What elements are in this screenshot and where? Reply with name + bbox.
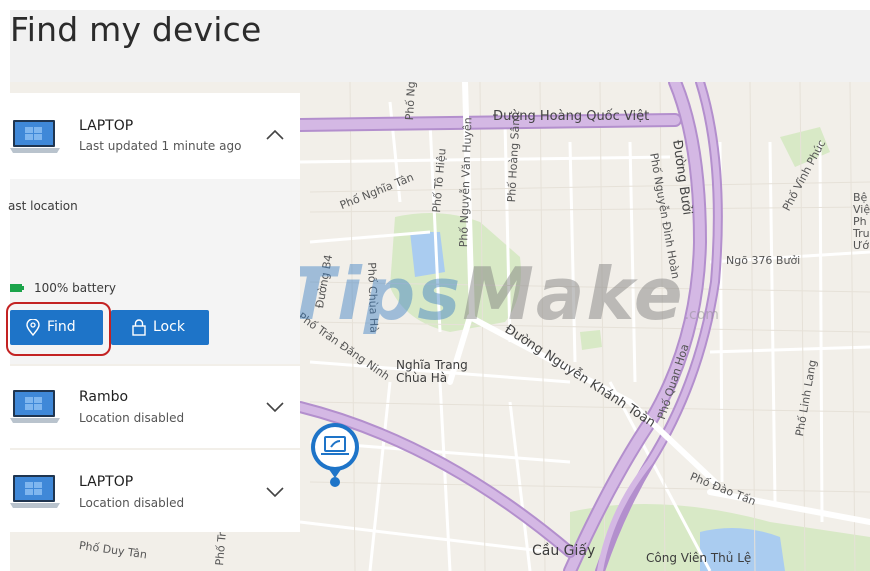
last-location-label: ast location bbox=[8, 199, 78, 213]
battery-text: 100% battery bbox=[34, 281, 116, 295]
find-my-device-page: Đường Hoàng Quốc Việt Phố Nguyễn Văn Huy… bbox=[0, 0, 870, 571]
device-item-rambo[interactable]: Rambo Location disabled bbox=[10, 366, 300, 448]
lock-button[interactable]: Lock bbox=[111, 310, 209, 345]
find-button-label: Find bbox=[47, 319, 76, 335]
device-status: Location disabled bbox=[79, 411, 185, 425]
watermark: TipsMake.com bbox=[286, 252, 719, 336]
device-location-pin-icon[interactable] bbox=[304, 423, 360, 493]
place-label: Công Viên Thủ Lệ bbox=[646, 551, 752, 565]
device-status: Last updated 1 minute ago bbox=[79, 139, 242, 153]
laptop-icon bbox=[10, 120, 60, 153]
device-name: LAPTOP bbox=[79, 474, 134, 490]
street-label: Ngõ 376 Bưởi bbox=[726, 254, 801, 267]
lock-icon bbox=[132, 319, 146, 336]
street-label: Bệ Việ Ph Tru Ướ bbox=[853, 191, 870, 252]
battery-icon bbox=[10, 284, 24, 292]
page-title: Find my device bbox=[10, 10, 262, 49]
laptop-icon bbox=[10, 390, 60, 423]
device-item-laptop[interactable]: LAPTOP Last updated 1 minute ago bbox=[10, 93, 300, 179]
device-details: ast location 100% battery Find Lock bbox=[6, 179, 300, 364]
device-name: LAPTOP bbox=[79, 118, 134, 134]
street-label: Phố Ng bbox=[403, 82, 419, 121]
chevron-up-icon[interactable] bbox=[264, 124, 286, 146]
find-button[interactable]: Find bbox=[10, 310, 103, 345]
device-name: Rambo bbox=[79, 389, 129, 405]
chevron-down-icon[interactable] bbox=[264, 396, 286, 418]
place-label: Cầu Giấy bbox=[532, 543, 596, 559]
lock-button-label: Lock bbox=[153, 319, 185, 335]
location-pin-icon bbox=[26, 319, 40, 336]
laptop-icon bbox=[10, 475, 60, 508]
chevron-down-icon[interactable] bbox=[264, 481, 286, 503]
device-item-laptop-2[interactable]: LAPTOP Location disabled bbox=[10, 450, 300, 532]
device-status: Location disabled bbox=[79, 496, 185, 510]
place-label: Nghĩa Trang Chùa Hà bbox=[396, 358, 468, 385]
